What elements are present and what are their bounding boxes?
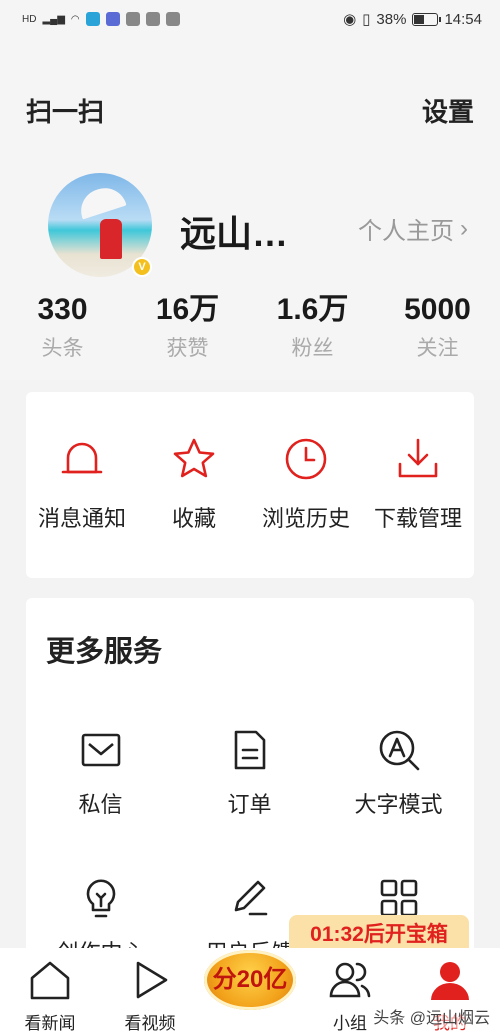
stats-row: 330 头条 16万 获赞 1.6万 粉丝 5000 关注	[0, 290, 500, 362]
download-icon	[398, 438, 438, 478]
stat-value: 1.6万	[276, 293, 349, 326]
watermark: 头条 @远山烟云	[373, 1004, 490, 1028]
stat-value: 330	[37, 293, 88, 326]
homepage-link[interactable]: 个人主页 ›	[358, 211, 468, 246]
tab-label: 看新闻	[24, 1014, 76, 1033]
service-label: 订单	[227, 792, 272, 817]
eye-icon: ◉	[343, 11, 357, 28]
profile-section: V 远山… 个人主页 › 330 头条 16万 获赞 1.6万 粉丝 5000 …	[0, 165, 500, 380]
chevron-right-icon: ›	[460, 214, 468, 242]
tab-label: 看视频	[124, 1014, 176, 1033]
big-font-mode-button[interactable]: 大字模式	[324, 728, 473, 819]
lightbulb-icon	[86, 879, 115, 918]
battery-icon	[412, 12, 442, 26]
play-icon	[136, 961, 168, 999]
status-bar: HD ▂▄▆ ◠ ◉ ▯ 38% 14:54	[0, 0, 500, 38]
stat-value: 16万	[155, 293, 220, 326]
stat-label: 获赞	[166, 337, 209, 360]
quick-action-label: 收藏	[171, 506, 216, 531]
order-icon	[234, 730, 265, 770]
orders-button[interactable]: 订单	[175, 728, 324, 819]
service-label: 大字模式	[354, 792, 443, 817]
messages-button[interactable]: 私信	[26, 728, 175, 819]
vibrate-icon: ▯	[362, 11, 371, 28]
music-app-icon	[105, 12, 120, 26]
tab-reward[interactable]: 分20亿	[200, 948, 300, 1036]
search-app-icon	[85, 12, 100, 26]
signal-icon: ▂▄▆	[42, 13, 65, 25]
battery-percent: 38%	[376, 10, 407, 28]
stat-label: 头条	[41, 337, 84, 360]
notifications-button[interactable]: 消息通知	[26, 436, 138, 533]
big-font-icon	[379, 730, 419, 771]
mail-icon	[81, 733, 120, 767]
service-label: 私信	[78, 792, 123, 817]
services-row: 私信 订单 大字模式	[26, 728, 474, 819]
stat-label: 粉丝	[291, 337, 334, 360]
stat-value: 5000	[404, 293, 471, 326]
home-icon	[30, 961, 70, 1000]
homepage-link-label: 个人主页	[358, 218, 454, 245]
group-icon	[329, 962, 371, 998]
quick-action-label: 浏览历史	[261, 506, 350, 531]
star-icon	[173, 438, 215, 478]
avatar-figure	[100, 219, 122, 259]
quick-action-label: 消息通知	[37, 506, 126, 531]
hd-icon: HD	[22, 13, 37, 25]
status-icons-left: HD ▂▄▆ ◠	[22, 12, 180, 26]
username[interactable]: 远山…	[180, 205, 288, 257]
more-services-card: 更多服务 私信 订单 大字模式 创作中心	[26, 598, 474, 958]
tab-video[interactable]: 看视频	[100, 948, 200, 1036]
gold-coin-icon: 分20亿	[204, 950, 296, 1010]
tab-news[interactable]: 看新闻	[0, 948, 100, 1036]
quick-actions-card: 消息通知 收藏 浏览历史 下载管理	[26, 392, 474, 578]
clock-time: 14:54	[444, 10, 482, 28]
scan-button[interactable]: 扫一扫	[26, 92, 104, 129]
stat-likes[interactable]: 16万 获赞	[125, 290, 250, 362]
creator-center-button[interactable]: 创作中心	[26, 876, 175, 958]
favorites-button[interactable]: 收藏	[138, 436, 250, 533]
history-button[interactable]: 浏览历史	[250, 436, 362, 533]
pen-icon	[234, 880, 267, 916]
quick-action-label: 下载管理	[373, 506, 462, 531]
stat-following[interactable]: 5000 关注	[375, 290, 500, 362]
more-services-title: 更多服务	[46, 636, 163, 668]
wifi-icon: ◠	[70, 13, 80, 25]
avatar-umbrella	[75, 182, 127, 220]
downloads-button[interactable]: 下载管理	[362, 436, 474, 533]
settings-button[interactable]: 设置	[422, 92, 474, 129]
nfc-icon	[165, 12, 180, 26]
bell-icon	[61, 442, 103, 474]
cloud-icon	[145, 12, 160, 26]
clock-icon	[285, 438, 327, 480]
user-icon	[431, 962, 469, 1000]
stat-followers[interactable]: 1.6万 粉丝	[250, 290, 375, 362]
status-icons-right: ◉ ▯ 38% 14:54	[343, 10, 482, 29]
stat-label: 关注	[416, 337, 459, 360]
wechat-icon	[125, 12, 140, 26]
grid-icon	[380, 879, 417, 917]
verified-badge: V	[132, 257, 152, 277]
stat-articles[interactable]: 330 头条	[0, 290, 125, 362]
